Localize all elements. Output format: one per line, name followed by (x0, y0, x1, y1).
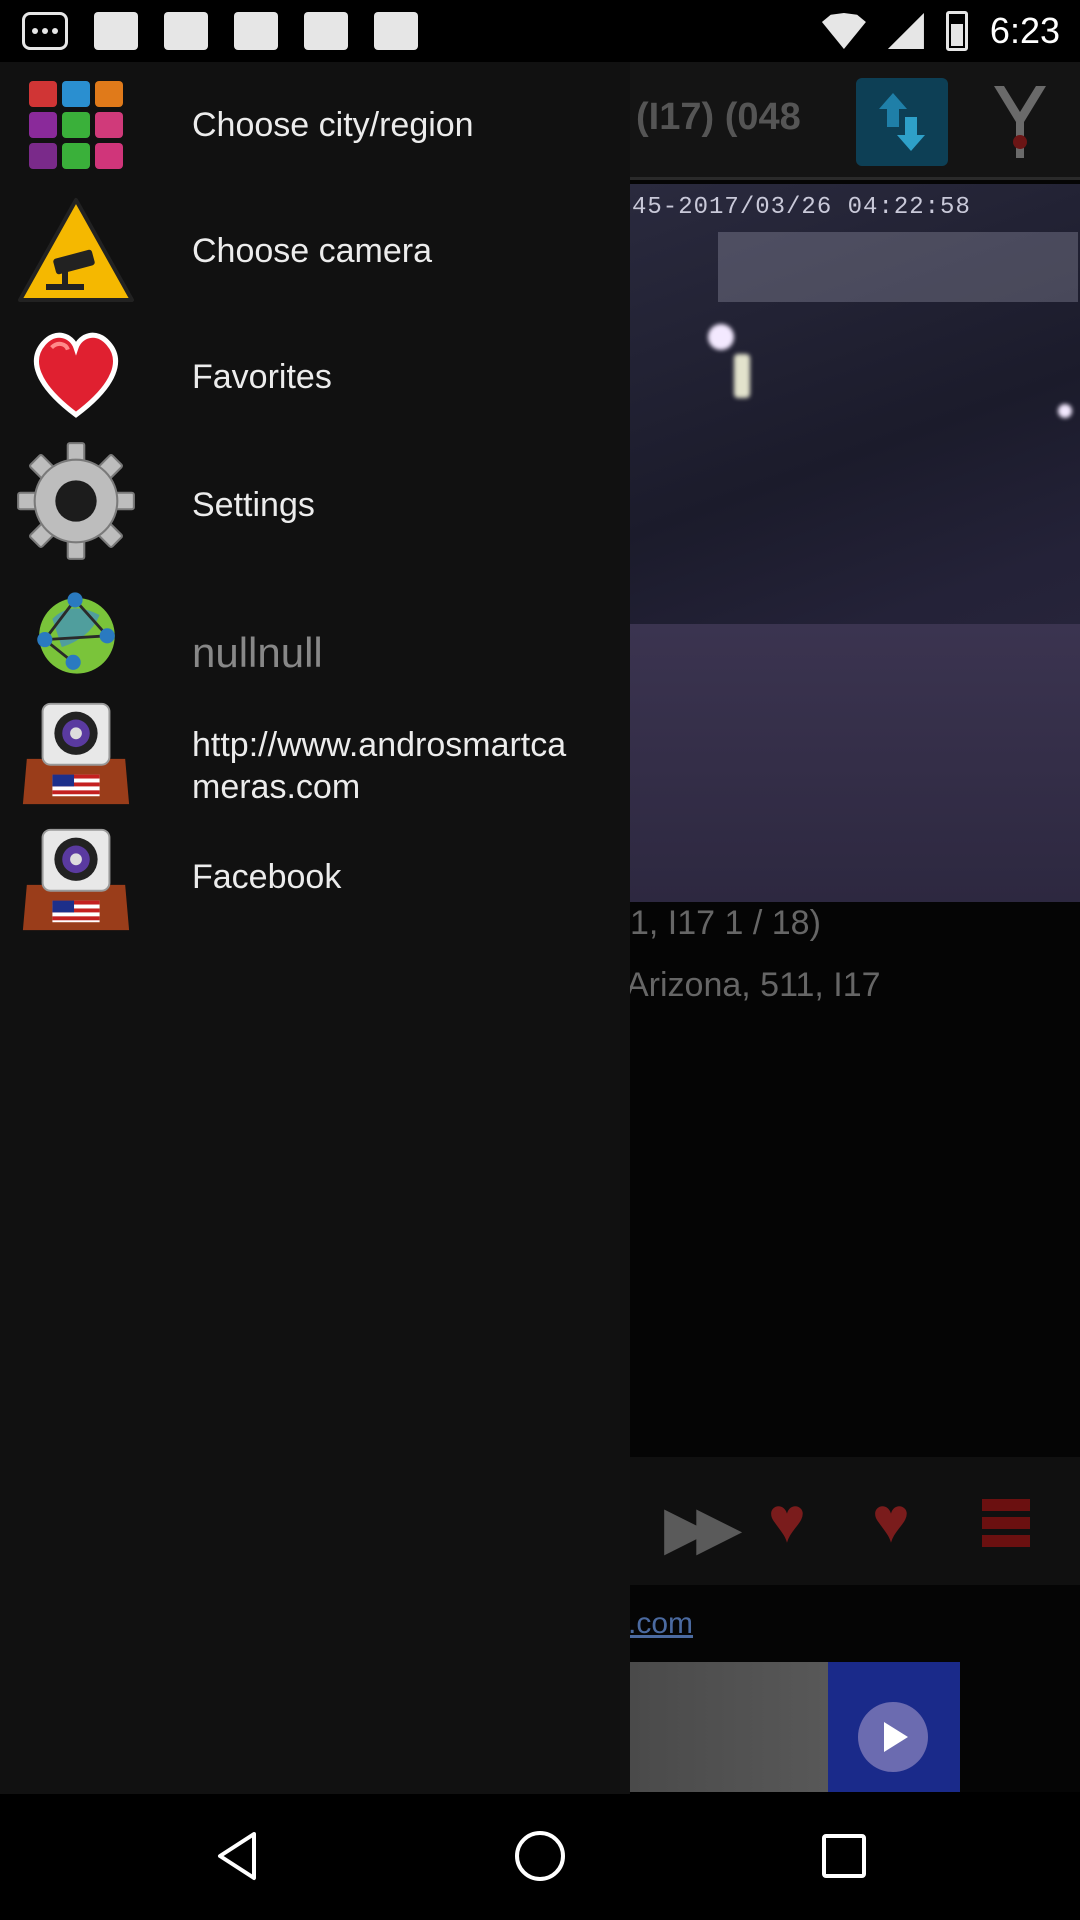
signal-icon (887, 13, 924, 49)
drawer-item-label: nullnull (192, 629, 323, 676)
drawer-item-label: Choose camera (192, 232, 433, 270)
y-logo-icon (994, 86, 1046, 158)
camera-light (734, 354, 750, 398)
back-icon (218, 1832, 256, 1880)
wifi-icon (821, 13, 866, 49)
flipboard-icon (304, 12, 348, 50)
refresh-button[interactable] (856, 78, 948, 166)
recents-icon (822, 1834, 866, 1878)
refresh-icon (879, 93, 925, 151)
notification-dots-icon (22, 12, 68, 50)
globe-network-icon (12, 578, 140, 688)
camera-location-line: Arizona, 511, I17 (626, 966, 881, 1004)
battery-icon (945, 11, 968, 51)
photo-icon (374, 12, 418, 50)
add-favorite-button[interactable]: ♥ (872, 1483, 910, 1557)
drawer-item-label: Facebook (192, 858, 342, 896)
website-link-line-1: http://www.androsmartca (192, 726, 567, 764)
ad-play-icon[interactable] (858, 1702, 928, 1772)
camera-road (628, 624, 1080, 902)
fast-forward-button[interactable]: ▶▶ (664, 1493, 742, 1563)
clock: 6:23 (989, 10, 1060, 51)
camera-info-line: 1, I17 1 / 18) (630, 904, 821, 942)
usa-camera-icon (12, 696, 140, 806)
camera-title: (I17) (048 (636, 96, 801, 138)
camera-light (708, 324, 734, 350)
drawer-item-choose-camera[interactable]: Choose camera (0, 192, 630, 312)
navigation-drawer: Choose city/region Choose camera Favorit… (0, 62, 630, 1794)
usa-camera-icon (12, 822, 140, 932)
status-bar: 6:23 (0, 0, 1080, 62)
drawer-item-favorites[interactable]: Favorites (0, 318, 630, 436)
photo-icon (164, 12, 208, 50)
drawer-item-website-link[interactable]: http://www.androsmartca meras.com (0, 692, 630, 816)
drawer-item-label: Choose city/region (192, 106, 474, 144)
website-link-text: http://www.androsmartca meras.com (192, 724, 566, 808)
flipboard-icon (94, 12, 138, 50)
home-icon (515, 1831, 565, 1881)
camera-feed-sign (718, 232, 1078, 302)
camera-timestamp: 45-2017/03/26 04:22:58 (632, 194, 971, 221)
home-button[interactable] (512, 1828, 568, 1884)
system-navigation-bar (0, 1794, 1080, 1920)
drawer-item-nullnull[interactable]: nullnull (0, 570, 630, 688)
menu-logo-button[interactable] (990, 82, 1050, 162)
drawer-item-choose-city-region[interactable]: Choose city/region (0, 62, 630, 188)
recents-button[interactable] (816, 1828, 872, 1884)
drawer-item-facebook[interactable]: Facebook (0, 818, 630, 942)
favorite-heart-button[interactable]: ♥ (768, 1483, 806, 1557)
system-icons: 6:23 (821, 10, 1060, 52)
back-button[interactable] (210, 1828, 266, 1884)
heart-icon (12, 318, 140, 428)
region-grid-icon (12, 70, 140, 180)
notification-icons (22, 12, 418, 50)
photo-icon (234, 12, 278, 50)
camera-list-button[interactable] (982, 1499, 1042, 1547)
drawer-item-settings[interactable]: Settings (0, 442, 630, 566)
camera-feed[interactable]: 45-2017/03/26 04:22:58 (628, 184, 1080, 902)
camera-warning-sign-icon (12, 196, 140, 306)
camera-light (1058, 404, 1072, 418)
drawer-item-label: Favorites (192, 358, 332, 396)
drawer-item-label: Settings (192, 486, 315, 524)
gear-icon (12, 442, 140, 560)
website-link-line-2: meras.com (192, 768, 361, 806)
ad-link[interactable]: .com (628, 1607, 693, 1641)
screen: 6:23 (I17) (048 45-2017/03/26 04:22:58 1… (0, 0, 1080, 1920)
